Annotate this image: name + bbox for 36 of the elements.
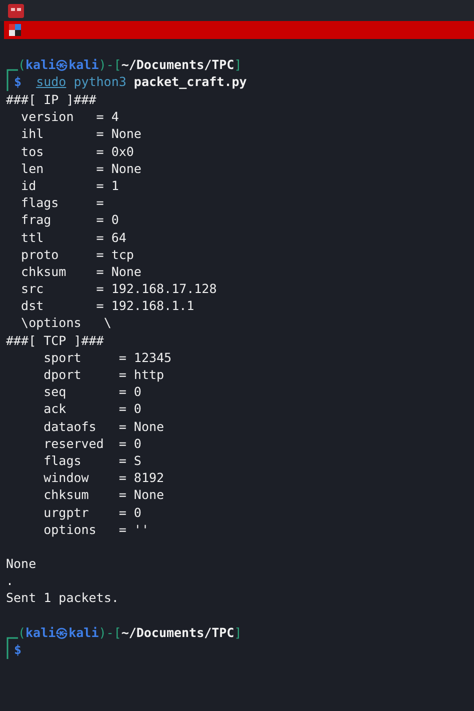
output-line: options = '' — [42, 522, 149, 537]
output-line: ###[ TCP ]### — [6, 332, 104, 348]
output-line: Sent 1 packets. — [6, 590, 119, 606]
output-line: ihl = None — [20, 126, 142, 142]
output-line: None — [6, 556, 36, 572]
command-line: sudo python3 packet_craft.py — [36, 74, 247, 90]
output-line: window = 8192 — [42, 470, 164, 486]
output-line: urgptr = 0 — [42, 504, 142, 520]
output-line: reserved = 0 — [42, 436, 142, 451]
output-line: version = 4 — [20, 109, 119, 124]
terminal-icon[interactable] — [9, 24, 21, 36]
prompt-symbol: $ — [14, 642, 22, 657]
prompt-line: (kali㉿kali)-[~/Documents/TPC] — [18, 624, 242, 640]
output-line: ack = 0 — [42, 401, 142, 416]
output-line: ###[ IP ]### — [6, 92, 96, 107]
prompt-line: (kali㉿kali)-[~/Documents/TPC] — [18, 57, 242, 72]
output-line: chksum = None — [20, 264, 142, 279]
output-line: tos = 0x0 — [20, 144, 134, 159]
output-line: seq = 0 — [42, 384, 142, 400]
output-line: dport = http — [42, 367, 164, 382]
output-line: chksum = None — [42, 487, 164, 502]
output-line: src = 192.168.17.128 — [20, 281, 217, 296]
output-line: flags = — [20, 195, 104, 210]
output-line: dst = 192.168.1.1 — [20, 298, 194, 314]
prompt-symbol: $ — [14, 74, 22, 90]
output-line: frag = 0 — [20, 212, 119, 228]
output-line: proto = tcp — [20, 246, 134, 262]
output-line: sport = 12345 — [42, 350, 172, 365]
output-line: . — [6, 573, 14, 588]
output-line: dataofs = None — [42, 418, 164, 434]
output-line: len = None — [20, 160, 142, 176]
app-icon[interactable] — [8, 4, 24, 18]
output-line: \options \ — [20, 315, 112, 330]
output-line: flags = S — [42, 452, 142, 468]
output-line: id = 1 — [20, 178, 119, 193]
output-line: ttl = 64 — [20, 230, 126, 244]
